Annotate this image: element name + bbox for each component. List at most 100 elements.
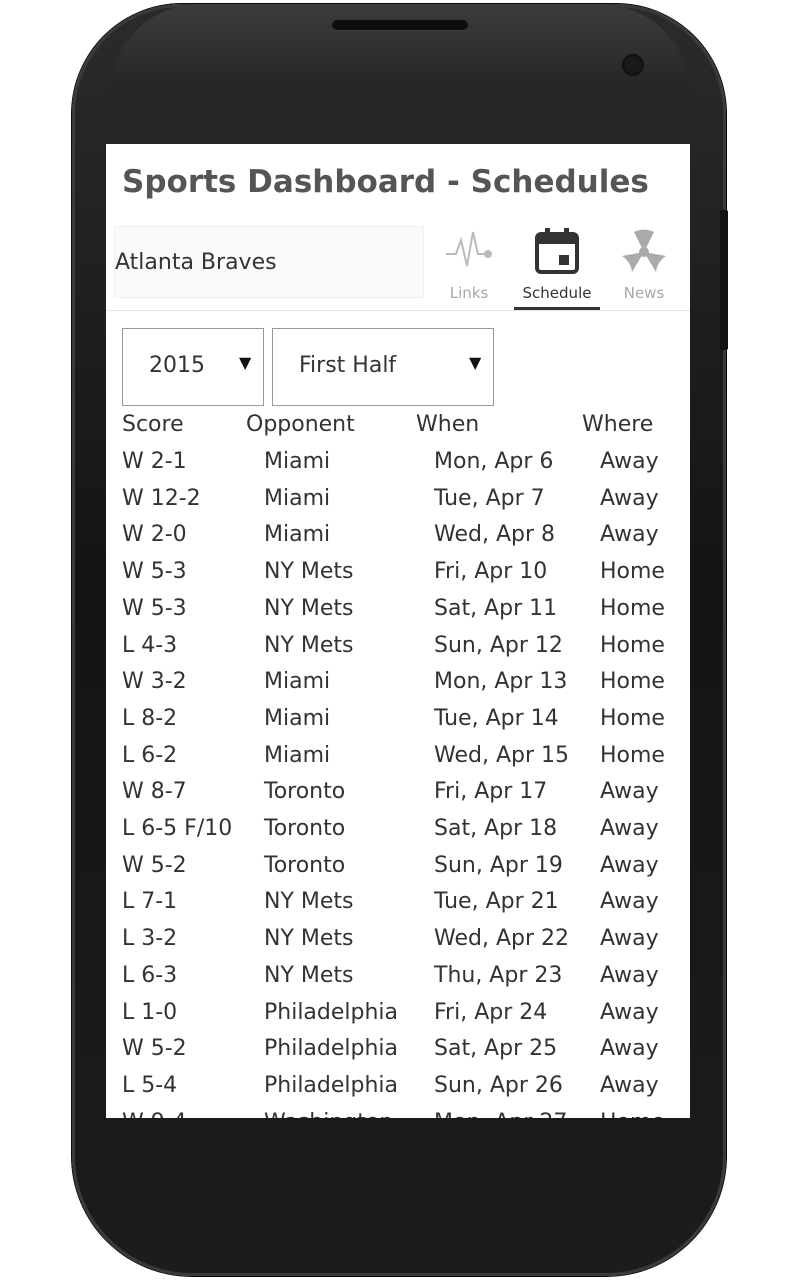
cell-score: L 8-2 (122, 705, 178, 731)
cell-score: L 4-3 (122, 632, 178, 658)
front-camera (622, 54, 644, 76)
cell-where: Away (600, 999, 659, 1025)
nav-schedule[interactable]: Schedule (514, 224, 600, 310)
cell-where: Home (600, 559, 665, 585)
nav-news[interactable]: News (614, 224, 674, 310)
cell-score: W 2-0 (122, 522, 187, 548)
side-button (720, 210, 728, 350)
cell-score: L 6-2 (122, 742, 178, 768)
cell-opponent: Miami (264, 742, 331, 768)
cell-score: W 9-4 (122, 1110, 187, 1118)
cell-where: Away (600, 779, 659, 805)
year-select[interactable]: 2015 ▼ (122, 328, 264, 406)
cell-opponent: Miami (264, 522, 331, 548)
radiation-icon (622, 229, 666, 272)
column-header-score: Score (122, 412, 184, 437)
cell-when: Mon, Apr 13 (434, 669, 568, 695)
cell-opponent: Toronto (264, 816, 346, 841)
nav-news-label: News (623, 284, 665, 302)
cell-score: W 5-3 (122, 595, 187, 621)
cell-opponent: NY Mets (264, 595, 354, 621)
cell-when: Sat, Apr 11 (434, 595, 558, 621)
team-search-field[interactable] (114, 226, 424, 298)
cell-where: Home (600, 1110, 665, 1118)
cell-when: Mon, Apr 6 (434, 449, 554, 474)
earpiece-speaker (332, 20, 468, 30)
cell-where: Home (600, 632, 665, 658)
cell-opponent: Miami (264, 669, 331, 695)
cell-when: Fri, Apr 17 (434, 779, 548, 805)
nav-schedule-label: Schedule (522, 284, 592, 302)
cell-score: L 1-0 (122, 999, 178, 1025)
cell-score: W 5-3 (122, 559, 187, 585)
cell-score: L 5-4 (122, 1072, 178, 1098)
cell-where: Away (600, 1072, 659, 1098)
page-title: Sports Dashboard - Schedules (122, 164, 649, 200)
cell-opponent: NY Mets (264, 632, 354, 658)
cell-where: Away (600, 852, 659, 878)
calendar-icon (535, 228, 579, 274)
cell-where: Home (600, 595, 665, 621)
cell-opponent: Toronto (264, 852, 346, 878)
half-select-value: First Half (299, 353, 397, 378)
cell-opponent: Philadelphia (264, 1036, 399, 1062)
app-screen: Sports Dashboard - Schedules Links Sched… (106, 144, 690, 1118)
cell-when: Sun, Apr 26 (434, 1072, 563, 1098)
cell-where: Away (600, 485, 659, 511)
cell-where: Away (600, 926, 659, 952)
nav-links[interactable]: Links (440, 224, 498, 310)
nav-links-label: Links (449, 284, 489, 302)
cell-opponent: NY Mets (264, 962, 354, 988)
chevron-down-icon: ▼ (239, 353, 252, 372)
column-header-opponent: Opponent (246, 412, 355, 437)
cell-when: Sun, Apr 12 (434, 632, 563, 658)
cell-where: Home (600, 742, 665, 768)
cell-when: Wed, Apr 15 (434, 742, 569, 768)
cell-where: Away (600, 449, 659, 474)
cell-score: W 5-2 (122, 852, 187, 878)
cell-opponent: Miami (264, 449, 331, 474)
cell-score: W 5-2 (122, 1036, 187, 1062)
cell-score: L 6-3 (122, 962, 178, 988)
cell-where: Home (600, 705, 665, 731)
cell-where: Home (600, 669, 665, 695)
cell-score: W 2-1 (122, 449, 187, 474)
half-select[interactable]: First Half ▼ (272, 328, 494, 406)
cell-when: Fri, Apr 10 (434, 559, 548, 585)
cell-score: L 7-1 (122, 889, 178, 915)
cell-opponent: NY Mets (264, 926, 354, 952)
column-header-where: Where (582, 412, 654, 437)
year-select-value: 2015 (149, 353, 205, 378)
cell-score: W 12-2 (122, 485, 201, 511)
cell-when: Fri, Apr 24 (434, 999, 548, 1025)
header-divider (106, 310, 690, 311)
cell-score: W 3-2 (122, 669, 187, 695)
cell-score: L 3-2 (122, 926, 178, 952)
cell-opponent: NY Mets (264, 889, 354, 915)
cell-where: Away (600, 962, 659, 988)
cell-opponent: Miami (264, 705, 331, 731)
cell-when: Tue, Apr 14 (434, 705, 559, 731)
pulse-icon (446, 231, 492, 267)
cell-opponent: Miami (264, 485, 331, 511)
cell-when: Wed, Apr 22 (434, 926, 569, 952)
cell-when: Sun, Apr 19 (434, 852, 563, 878)
cell-when: Tue, Apr 21 (434, 889, 559, 915)
column-header-when: When (416, 412, 480, 437)
cell-where: Away (600, 889, 659, 915)
cell-when: Sat, Apr 25 (434, 1036, 558, 1062)
cell-when: Tue, Apr 7 (434, 485, 545, 511)
team-input[interactable] (115, 227, 423, 297)
cell-opponent: NY Mets (264, 559, 354, 585)
cell-where: Away (600, 1036, 659, 1062)
cell-opponent: Toronto (264, 779, 346, 805)
cell-where: Away (600, 522, 659, 548)
chevron-down-icon: ▼ (469, 353, 482, 372)
cell-when: Wed, Apr 8 (434, 522, 555, 548)
cell-score: W 8-7 (122, 779, 187, 805)
cell-opponent: Washington (264, 1110, 393, 1118)
cell-opponent: Philadelphia (264, 1072, 399, 1098)
cell-when: Mon, Apr 27 (434, 1110, 567, 1118)
cell-opponent: Philadelphia (264, 999, 399, 1025)
cell-when: Sat, Apr 18 (434, 816, 558, 841)
